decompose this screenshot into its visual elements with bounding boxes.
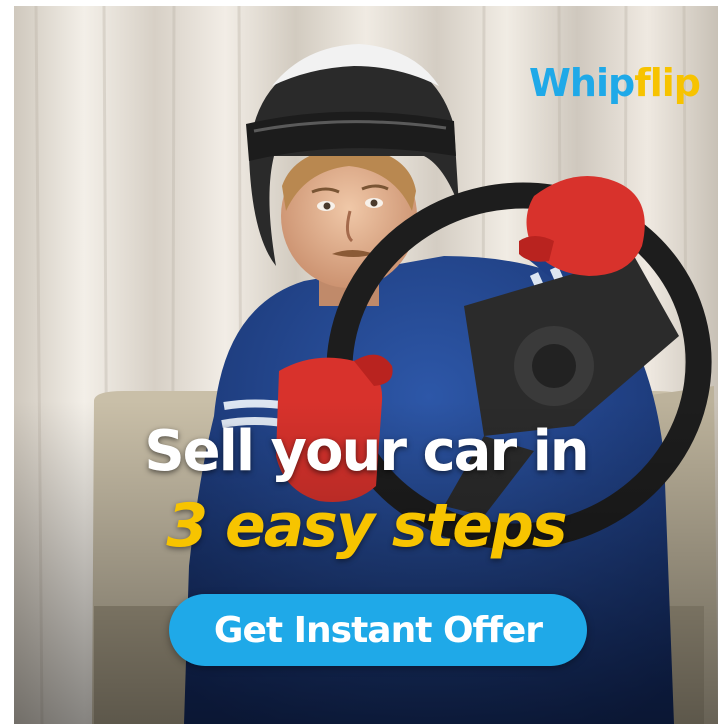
whipflip-logo: Whipflip	[529, 61, 701, 105]
get-instant-offer-button[interactable]: Get Instant Offer	[169, 594, 587, 666]
logo-text-whip: Whip	[529, 61, 635, 105]
ad-banner: Whipflip Sell your car in 3 easy steps G…	[14, 6, 718, 724]
subheadline: 3 easy steps	[166, 491, 567, 561]
logo-text-flip: flip	[634, 61, 701, 105]
headline: Sell your car in	[144, 419, 589, 484]
